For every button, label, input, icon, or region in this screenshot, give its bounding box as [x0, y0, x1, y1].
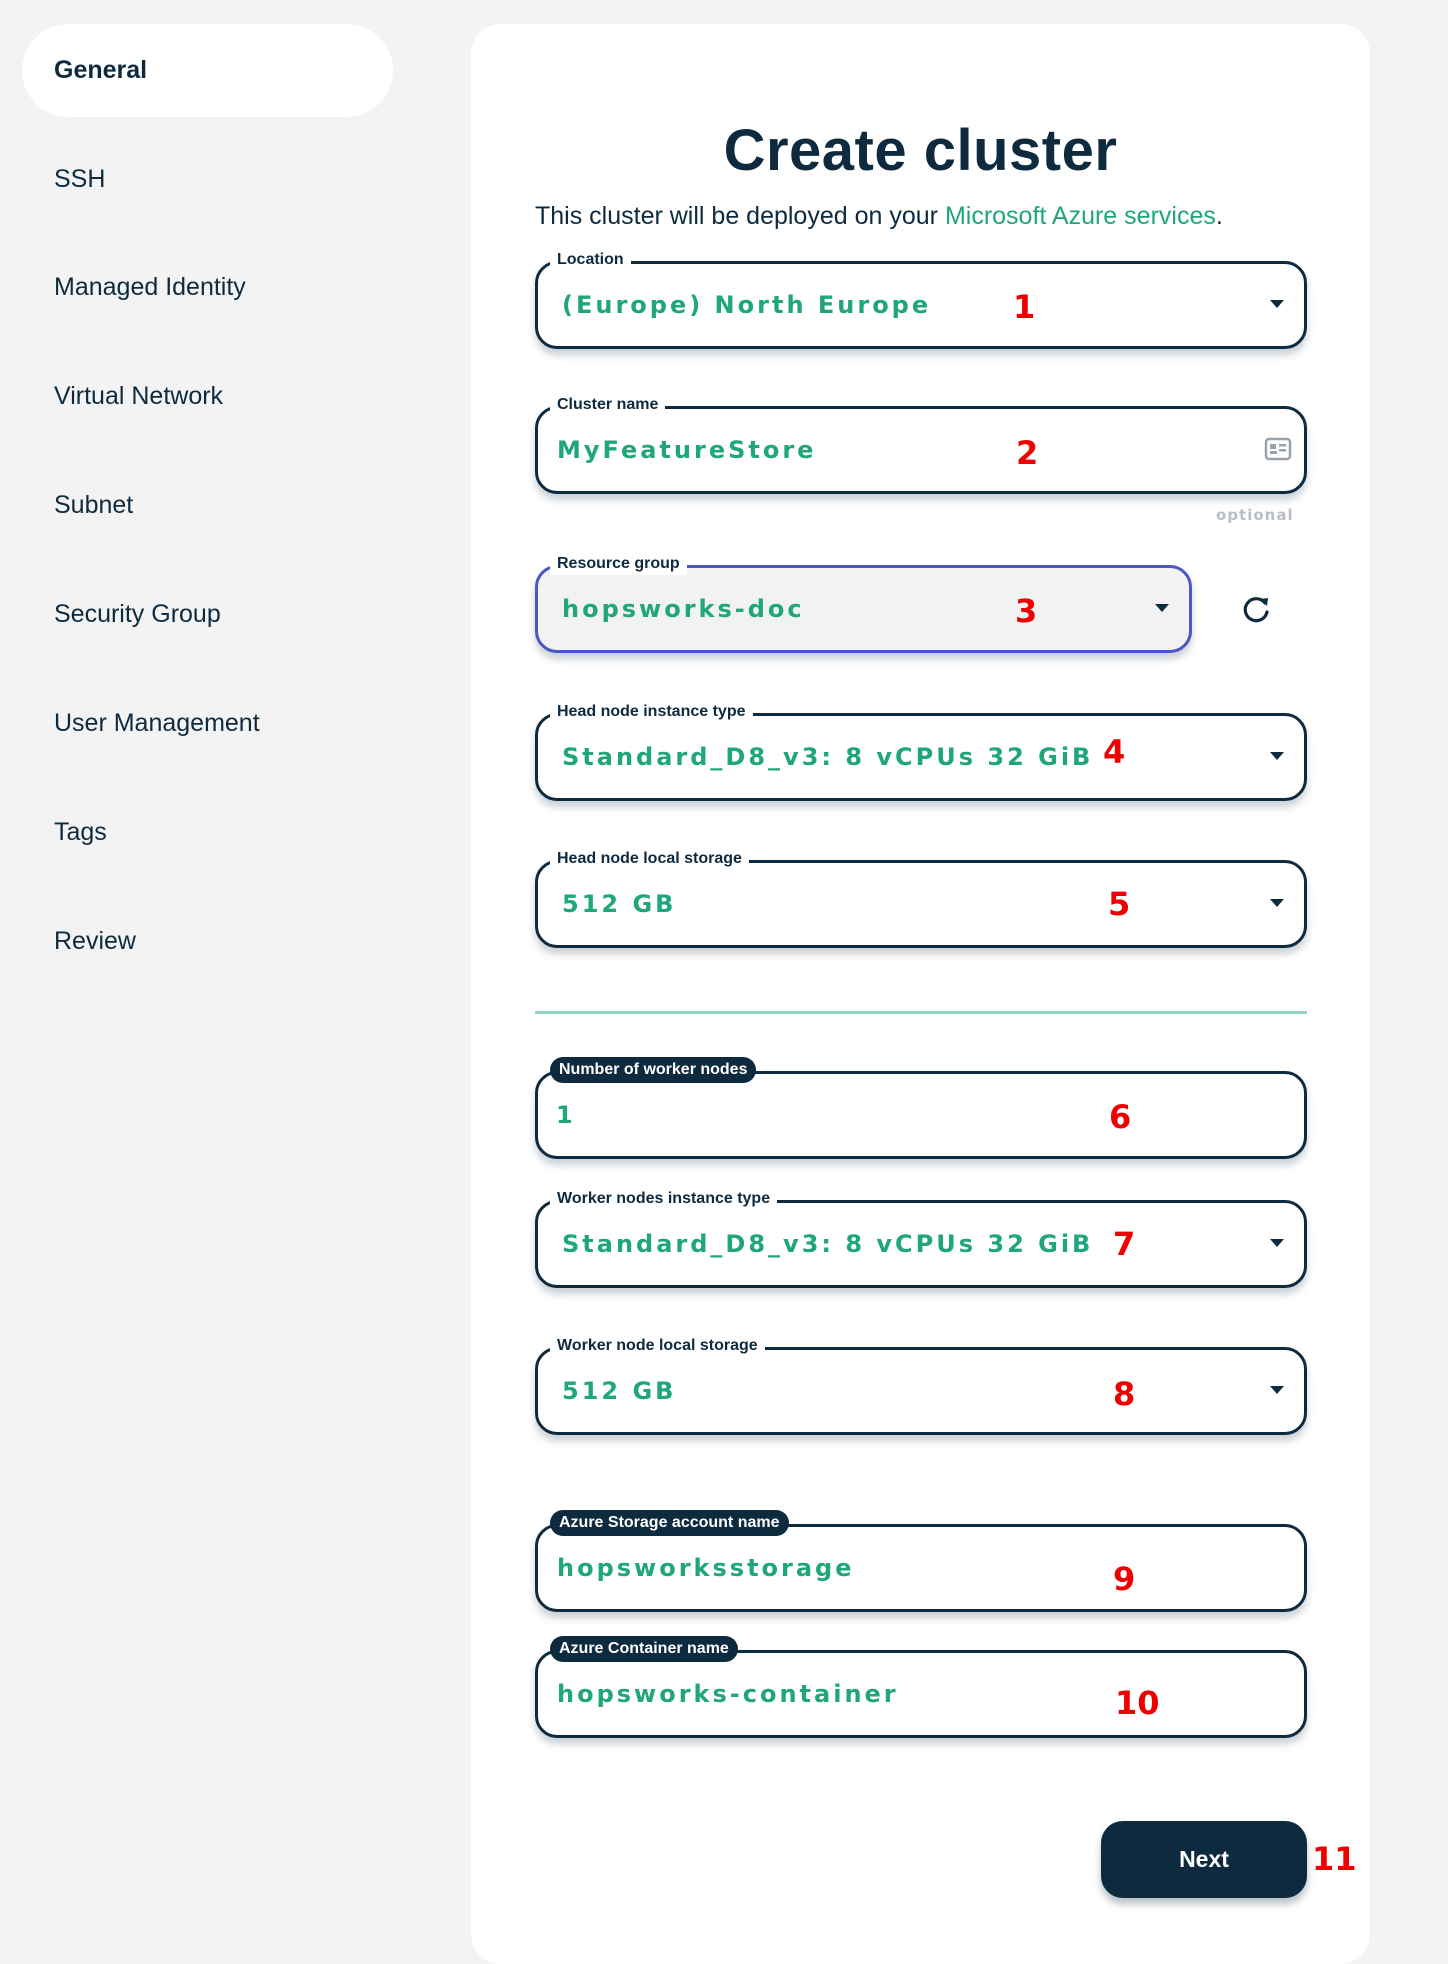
sidebar-item-label: User Management [54, 709, 260, 737]
location-value: (Europe) North Europe [562, 291, 932, 319]
intro-prefix: This cluster will be deployed on your [535, 202, 945, 230]
sidebar-nav: General SSH Managed Identity Virtual Net… [0, 0, 430, 1945]
annotation-marker: 5 [1108, 885, 1131, 923]
sidebar-item-ssh[interactable]: SSH [22, 133, 393, 226]
sidebar-item-tags[interactable]: Tags [22, 786, 393, 879]
sidebar-item-review[interactable]: Review [22, 895, 393, 988]
sidebar-item-label: Managed Identity [54, 273, 246, 301]
head-instance-type-value: Standard_D8_v3: 8 vCPUs 32 GiB [562, 743, 1094, 771]
worker-count-input[interactable]: Number of worker nodes 1 6 [535, 1057, 1307, 1159]
sidebar-item-general[interactable]: General [22, 24, 393, 117]
storage-account-value: hopsworksstorage [557, 1554, 855, 1582]
annotation-marker: 10 [1115, 1684, 1160, 1722]
intro-suffix: . [1215, 202, 1223, 230]
location-select[interactable]: Location (Europe) North Europe 1 [535, 249, 1307, 349]
annotation-marker: 7 [1113, 1225, 1136, 1263]
sidebar-item-label: Virtual Network [54, 382, 224, 410]
container-name-input[interactable]: Azure Container name hopsworks-container… [535, 1636, 1307, 1738]
resource-group-value: hopsworks-doc [562, 595, 805, 623]
annotation-marker: 6 [1109, 1098, 1132, 1136]
create-cluster-card: Create cluster This cluster will be depl… [471, 24, 1370, 1964]
head-storage-select[interactable]: Head node local storage 512 GB 5 [535, 848, 1307, 948]
sidebar-item-user-management[interactable]: User Management [22, 677, 393, 770]
storage-account-input[interactable]: Azure Storage account name hopsworksstor… [535, 1510, 1307, 1612]
cluster-name-value: MyFeatureStore [557, 436, 817, 464]
id-card-icon [1264, 437, 1292, 461]
intro-text: This cluster will be deployed on your Mi… [535, 202, 1223, 231]
annotation-marker: 2 [1016, 434, 1039, 472]
worker-count-label: Number of worker nodes [550, 1057, 757, 1083]
sidebar-item-label: Tags [54, 818, 107, 846]
annotation-marker: 4 [1103, 733, 1126, 771]
azure-services-link[interactable]: Microsoft Azure services [945, 202, 1216, 230]
worker-instance-type-select[interactable]: Worker nodes instance type Standard_D8_v… [535, 1188, 1307, 1288]
cluster-name-input[interactable]: Cluster name MyFeatureStore 2 [535, 394, 1307, 494]
worker-storage-select[interactable]: Worker node local storage 512 GB 8 [535, 1335, 1307, 1435]
chevron-down-icon[interactable] [1270, 1386, 1284, 1394]
chevron-down-icon[interactable] [1155, 604, 1169, 612]
worker-storage-value: 512 GB [562, 1377, 677, 1405]
optional-hint: optional [1216, 506, 1294, 524]
worker-count-value: 1 [556, 1101, 576, 1129]
container-name-value: hopsworks-container [557, 1680, 899, 1708]
sidebar-item-label: Subnet [54, 491, 134, 519]
page-title: Create cluster [723, 118, 1118, 183]
sidebar-item-label: SSH [54, 165, 106, 193]
sidebar-item-label: General [54, 56, 148, 84]
refresh-icon[interactable] [1238, 592, 1274, 628]
sidebar-item-label: Review [54, 927, 136, 955]
worker-instance-type-value: Standard_D8_v3: 8 vCPUs 32 GiB [562, 1230, 1094, 1258]
annotation-marker: 3 [1015, 592, 1038, 630]
chevron-down-icon[interactable] [1270, 899, 1284, 907]
head-storage-value: 512 GB [562, 890, 677, 918]
sidebar-item-subnet[interactable]: Subnet [22, 459, 393, 552]
annotation-marker: 1 [1013, 288, 1036, 326]
annotation-marker: 8 [1113, 1375, 1136, 1413]
sidebar-item-managed-identity[interactable]: Managed Identity [22, 241, 393, 334]
resource-group-select[interactable]: Resource group hopsworks-doc 3 [535, 553, 1192, 653]
chevron-down-icon[interactable] [1270, 1239, 1284, 1247]
sidebar-item-security-group[interactable]: Security Group [22, 568, 393, 661]
next-button[interactable]: Next [1101, 1821, 1307, 1898]
chevron-down-icon[interactable] [1270, 300, 1284, 308]
head-instance-type-select[interactable]: Head node instance type Standard_D8_v3: … [535, 701, 1307, 801]
sidebar-item-virtual-network[interactable]: Virtual Network [22, 350, 393, 443]
sidebar-item-label: Security Group [54, 600, 221, 628]
section-divider [535, 1011, 1307, 1014]
chevron-down-icon[interactable] [1270, 752, 1284, 760]
annotation-marker: 9 [1113, 1560, 1136, 1598]
annotation-marker: 11 [1312, 1840, 1357, 1878]
